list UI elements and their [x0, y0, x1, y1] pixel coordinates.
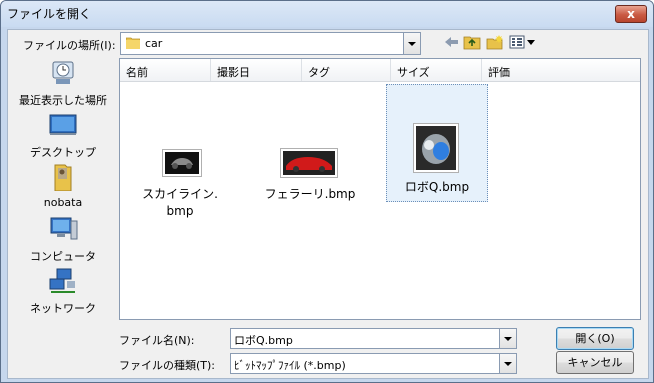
lookin-value: car [145, 37, 163, 50]
filename-dropdown-button[interactable] [499, 329, 516, 348]
place-label: nobata [43, 196, 83, 209]
column-tags[interactable]: タグ [302, 59, 391, 81]
bmp-thumbnail-icon [280, 148, 338, 178]
file-name-line2: bmp [166, 204, 194, 218]
view-menu-icon[interactable] [509, 34, 537, 50]
file-list[interactable]: 名前 ︿ 撮影日 タグ サイズ 評価 スカイライン. bmp フェラーリ.bmp… [119, 58, 641, 320]
place-label: ネットワーク [30, 302, 96, 315]
cancel-button[interactable]: キャンセル [556, 351, 634, 374]
open-button[interactable]: 開く(O) [556, 327, 634, 350]
window-title: ファイルを開く [7, 7, 92, 21]
filename-value: ロボQ.bmp [234, 334, 293, 347]
new-folder-icon[interactable] [486, 34, 504, 50]
chevron-down-icon [504, 362, 512, 366]
file-item-roboq-selected[interactable]: ロボQ.bmp [386, 84, 488, 202]
lookin-label: ファイルの場所(I): [23, 39, 116, 52]
chevron-down-icon [504, 337, 512, 341]
column-name[interactable]: 名前 ︿ [120, 59, 211, 81]
place-label: コンピュータ [30, 250, 96, 263]
place-user-folder[interactable]: nobata [13, 161, 113, 209]
file-item-ferrari[interactable]: フェラーリ.bmp [258, 144, 362, 254]
bmp-thumbnail-icon [162, 149, 202, 177]
place-label: 最近表示した場所 [19, 94, 107, 107]
lookin-dropdown-button[interactable] [403, 33, 420, 54]
column-date-taken[interactable]: 撮影日 [211, 59, 302, 81]
place-label: デスクトップ [30, 146, 96, 159]
filetype-label: ファイルの種類(T): [119, 359, 216, 372]
filetype-select[interactable]: ﾋﾞｯﾄﾏｯﾌﾟﾌｧｲﾙ (*.bmp) [230, 353, 517, 374]
computer-icon [50, 217, 78, 240]
close-button[interactable]: x [615, 5, 647, 23]
place-computer[interactable]: コンピュータ [13, 213, 113, 263]
file-item-skyline[interactable]: スカイライン. bmp [132, 144, 228, 254]
title-bar: ファイルを開く x [1, 1, 653, 27]
close-icon: x [627, 7, 635, 21]
desktop-icon [49, 114, 77, 135]
file-name: フェラーリ.bmp [264, 187, 356, 201]
column-size[interactable]: サイズ [391, 59, 482, 81]
place-network[interactable]: ネットワーク [13, 265, 113, 315]
place-desktop[interactable]: デスクトップ [13, 109, 113, 159]
column-header: 名前 ︿ 撮影日 タグ サイズ 評価 [120, 59, 640, 82]
up-folder-icon[interactable] [463, 34, 481, 50]
chevron-down-icon [408, 42, 416, 46]
bmp-thumbnail-icon [413, 123, 459, 173]
filetype-value: ﾋﾞｯﾄﾏｯﾌﾟﾌｧｲﾙ (*.bmp) [234, 359, 346, 372]
back-arrow-icon[interactable] [442, 34, 460, 50]
filename-label: ファイル名(N): [119, 334, 195, 347]
file-name: スカイライン. [142, 187, 218, 201]
folder-icon [126, 37, 140, 49]
file-name: ロボQ.bmp [404, 180, 470, 194]
column-rating[interactable]: 評価 [482, 59, 639, 81]
recent-places-icon [52, 61, 74, 84]
places-bar: 最近表示した場所 デスクトップ nobata コンピュータ ネットワーク [13, 57, 113, 319]
filetype-dropdown-button[interactable] [499, 354, 516, 373]
open-file-dialog: ファイルを開く x ファイルの場所(I): car 最近表示した場所 デスクトッ… [0, 0, 654, 383]
lookin-combobox[interactable]: car [120, 32, 421, 55]
network-icon [49, 268, 75, 293]
user-folder-icon [54, 164, 72, 191]
place-recent[interactable]: 最近表示した場所 [13, 57, 113, 107]
sort-ascending-icon: ︿ [126, 65, 134, 74]
filename-input[interactable]: ロボQ.bmp [230, 328, 517, 349]
